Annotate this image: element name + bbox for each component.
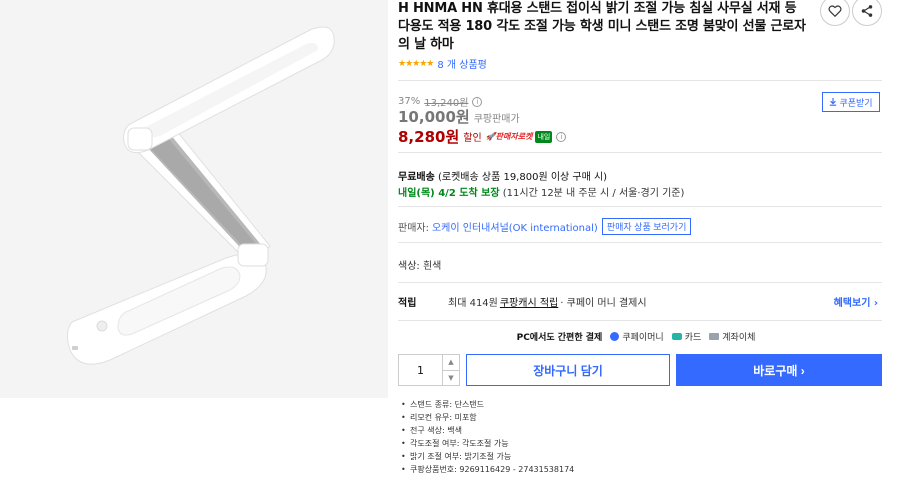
download-icon (830, 98, 837, 106)
add-to-cart-button[interactable]: 장바구니 담기 (466, 354, 670, 386)
tomorrow-badge: 내일 (535, 130, 553, 143)
buy-now-button[interactable]: 바로구매 › (676, 354, 882, 386)
benefit-condition: · 쿠페이 머니 결제시 (560, 298, 647, 309)
payment-heading: PC에서도 간편한 결제 (516, 333, 603, 343)
free-shipping-detail: (로켓배송 상품 19,800원 이상 구매 시) (438, 172, 608, 183)
list-item: 스탠드 종류: 단스탠드 (398, 398, 882, 411)
arrival-date: 내일(목) 4/2 도착 보장 (398, 188, 500, 199)
sale-price-row: 8,280원 할인 🚀판매자로켓 내일 i (398, 126, 567, 147)
info-icon[interactable]: i (472, 96, 483, 107)
share-icon (861, 5, 873, 17)
divider (398, 80, 882, 81)
coupay-icon (610, 332, 620, 341)
payment-method-coupay: 쿠페이머니 (610, 330, 664, 343)
coupang-cash-link[interactable]: 쿠팡캐시 적립 (500, 294, 558, 309)
coupon-button-label: 쿠폰받기 (839, 97, 873, 108)
benefit-heading: 적립 (398, 298, 417, 309)
divider (398, 282, 882, 283)
payment-methods: PC에서도 간편한 결제 쿠페이머니 카드 계좌이체 (398, 330, 882, 343)
list-item: 리모컨 유무: 미포함 (398, 411, 882, 424)
rating-stars: ★★★★★ (398, 58, 434, 69)
heart-icon (828, 5, 842, 18)
divider (398, 206, 882, 207)
desk-lamp-illustration (66, 26, 335, 365)
coupon-button[interactable]: 쿠폰받기 (822, 92, 880, 112)
rocket-badge-label: 판매자로켓 (495, 132, 533, 141)
bank-icon (709, 333, 720, 340)
list-item: 각도조절 여부: 각도조절 가능 (398, 437, 882, 450)
rocket-badge: 🚀판매자로켓 (485, 132, 533, 141)
card-icon (671, 333, 682, 340)
payment-method-card: 카드 (671, 330, 702, 343)
favorite-button[interactable] (820, 0, 850, 26)
arrival-row: 내일(목) 4/2 도착 보장 (11시간 12분 내 주문 시 / 서울⋅경기… (398, 184, 684, 199)
product-title: H HNMA HN 휴대용 스탠드 접이식 밝기 조절 가능 침실 사무실 서재… (398, 1, 806, 52)
quantity-increase-button[interactable]: ▲ (443, 355, 459, 371)
product-image (0, 0, 388, 398)
list-item: 밝기 조절 여부: 밝기조절 가능 (398, 450, 882, 463)
payment-method-label: 쿠페이머니 (622, 333, 664, 343)
divider (398, 320, 882, 321)
seller-products-button[interactable]: 판매자 상품 보러가기 (601, 218, 692, 235)
benefit-text: 최대 414원 (448, 298, 498, 309)
product-info-panel: H HNMA HN 휴대용 스탠드 접이식 밝기 조절 가능 침실 사무실 서재… (398, 0, 888, 482)
info-icon[interactable]: i (556, 131, 567, 142)
rating-row[interactable]: ★★★★★ 8 개 상품평 (398, 56, 487, 72)
free-shipping-label: 무료배송 (398, 172, 435, 183)
benefit-more-link[interactable]: 혜택보기 › (834, 294, 878, 309)
review-count-link[interactable]: 8 개 상품평 (437, 56, 487, 71)
payment-method-label: 계좌이체 (722, 333, 756, 343)
coupang-price-row: 10,000원 쿠팡판매가 (398, 106, 520, 127)
arrival-detail: (11시간 12분 내 주문 시 / 서울⋅경기 기준) (502, 188, 685, 199)
divider (398, 242, 882, 243)
free-shipping-row: 무료배송 (로켓배송 상품 19,800원 이상 구매 시) (398, 168, 607, 183)
coupang-price-label: 쿠팡판매가 (473, 114, 520, 125)
payment-method-label: 카드 (684, 333, 702, 343)
quantity-arrows: ▲ ▼ (443, 355, 459, 385)
seller-label: 판매자: (398, 223, 429, 234)
payment-method-transfer: 계좌이체 (709, 330, 755, 343)
list-item: 쿠팡상품번호: 9269116429 - 27431538174 (398, 463, 882, 476)
coupang-price: 10,000원 (398, 108, 470, 126)
seller-row: 판매자: 오케이 인터내셔널(OK international) 판매자 상품 … (398, 218, 692, 235)
spec-list: 스탠드 종류: 단스탠드 리모컨 유무: 미포함 전구 색상: 백색 각도조절 … (398, 398, 882, 476)
quantity-stepper[interactable]: 1 ▲ ▼ (398, 354, 460, 386)
seller-name-link[interactable]: 오케이 인터내셔널(OK international) (432, 219, 598, 234)
quantity-decrease-button[interactable]: ▼ (443, 371, 459, 386)
quantity-input[interactable]: 1 (399, 355, 443, 385)
sale-price: 8,280원 (398, 128, 460, 146)
color-option: 색상: 흰색 (398, 261, 442, 272)
share-button[interactable] (852, 0, 882, 26)
benefit-row: 적립 최대 414원 쿠팡캐시 적립 · 쿠페이 머니 결제시 혜택보기 › (398, 294, 882, 309)
divider (398, 152, 882, 153)
sale-label: 할인 (463, 133, 482, 144)
list-item: 전구 색상: 백색 (398, 424, 882, 437)
